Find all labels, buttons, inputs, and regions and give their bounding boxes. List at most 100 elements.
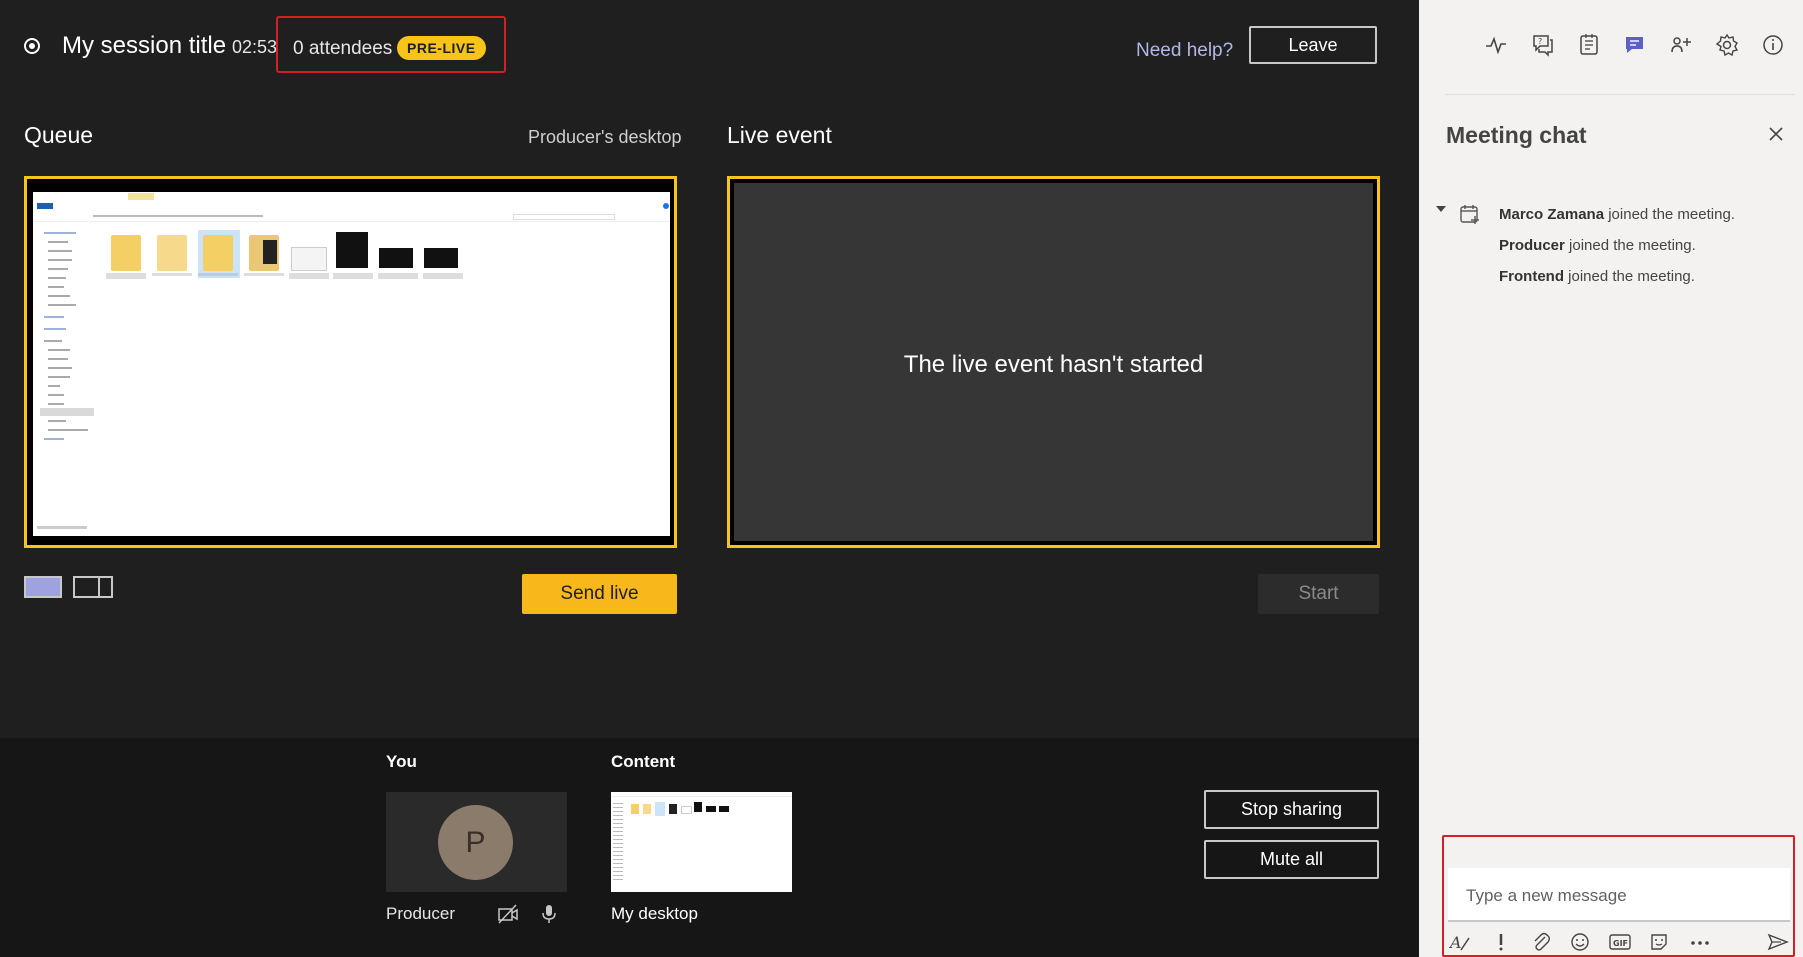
prelive-badge: PRE-LIVE [397,36,486,60]
explorer-search [513,214,615,220]
important-icon[interactable] [1493,932,1509,952]
chat-message: Marco Zamana joined the meeting. [1499,206,1735,223]
nav-line [48,295,70,297]
content-label: Content [611,752,676,771]
queue-preview[interactable] [24,176,677,548]
nav-line [48,358,68,360]
participants-icon[interactable] [1669,33,1693,57]
info-icon[interactable] [1761,33,1785,57]
need-help-link[interactable]: Need help? [1136,40,1233,62]
file-label [152,273,192,276]
explorer-tab-highlight [128,193,154,200]
shared-desktop-preview [33,192,670,536]
file-thumbnail [379,248,413,268]
nav-line [48,277,66,279]
side-panel: ? Meeting chat Marco Zamana joined the m… [1419,0,1803,957]
start-button[interactable]: Start [1258,574,1379,614]
producer-video-tile[interactable]: P [386,792,567,892]
notes-icon[interactable] [1577,33,1601,57]
nav-line [44,340,62,342]
tile-file [706,806,716,812]
health-icon[interactable] [1484,33,1508,57]
format-icon[interactable]: A [1449,932,1471,952]
tile-titlebar [611,792,792,797]
leave-button[interactable]: Leave [1249,26,1377,64]
chat-title: Meeting chat [1446,122,1587,148]
explorer-address-bar [33,212,670,222]
nav-line [48,394,64,396]
queue-title: Queue [24,122,94,148]
file-thumbnail [263,240,277,264]
chevron-down-icon[interactable] [1436,206,1446,212]
nav-line [48,403,64,405]
file-label [244,273,284,276]
nav-line [48,268,68,270]
nav-line [48,349,70,351]
live-event-title: Live event [727,122,832,148]
explorer-status-bar [37,526,87,529]
nav-line [44,316,64,318]
microphone-icon[interactable] [538,903,560,925]
explorer-ribbon [33,202,670,211]
calendar-icon [1460,205,1479,224]
mute-all-button[interactable]: Mute all [1204,840,1379,879]
file-label [289,273,329,279]
nav-line [48,429,88,431]
layout-split-button[interactable] [73,576,113,598]
chat-icon[interactable] [1623,33,1647,57]
chat-sender: Frontend [1499,268,1564,285]
settings-icon[interactable] [1715,33,1739,57]
record-status-icon [24,38,40,54]
file-thumbnail [291,247,327,271]
more-icon[interactable] [1689,932,1711,952]
tile-folder [631,804,639,814]
file-thumbnail [424,248,458,268]
svg-text:GIF: GIF [1613,939,1628,948]
chat-sender: Marco Zamana [1499,206,1605,223]
chat-message: Producer joined the meeting. [1499,237,1696,254]
nav-line [48,385,60,387]
folder-icon [203,235,233,271]
tile-nav-pane [613,800,623,880]
nav-line [48,286,64,288]
help-dot-icon [663,203,669,209]
close-icon[interactable] [1766,124,1786,144]
nav-line [48,250,72,252]
stop-sharing-button[interactable]: Stop sharing [1204,790,1379,829]
file-label [423,273,463,279]
sticker-icon[interactable] [1649,932,1669,952]
production-stage: My session title 02:53 0 attendees PRE-L… [0,0,1419,957]
nav-line [48,376,70,378]
attach-icon[interactable] [1531,932,1551,952]
camera-off-icon[interactable] [497,903,519,925]
sources-tray: You Content P Producer My desktop Stop s… [0,738,1419,957]
nav-line [44,438,64,440]
panel-divider [1445,94,1795,95]
file-label [198,273,238,276]
qna-icon[interactable]: ? [1531,33,1555,57]
content-desktop-tile[interactable] [611,792,792,892]
send-live-button[interactable]: Send live [522,574,677,614]
producer-name: Producer [386,904,455,923]
send-icon[interactable] [1767,932,1789,952]
chat-text: joined the meeting. [1564,237,1696,254]
message-input[interactable]: Type a new message [1448,868,1790,922]
session-timer: 02:53 [232,37,278,57]
gif-icon[interactable]: GIF [1609,932,1631,952]
file-label [378,273,418,279]
folder-icon [157,235,187,271]
chat-text: joined the meeting. [1564,268,1695,285]
content-name: My desktop [611,904,698,923]
nav-line [48,259,72,261]
folder-icon [111,235,141,271]
nav-selected-row [40,408,94,416]
tile-file [719,806,729,812]
nav-line [48,420,66,422]
emoji-icon[interactable] [1570,932,1590,952]
tile-folder [643,804,651,814]
tile-file [669,804,677,814]
nav-line [48,241,68,243]
file-label [106,273,146,279]
layout-single-button[interactable] [24,576,62,598]
file-label [333,273,373,279]
